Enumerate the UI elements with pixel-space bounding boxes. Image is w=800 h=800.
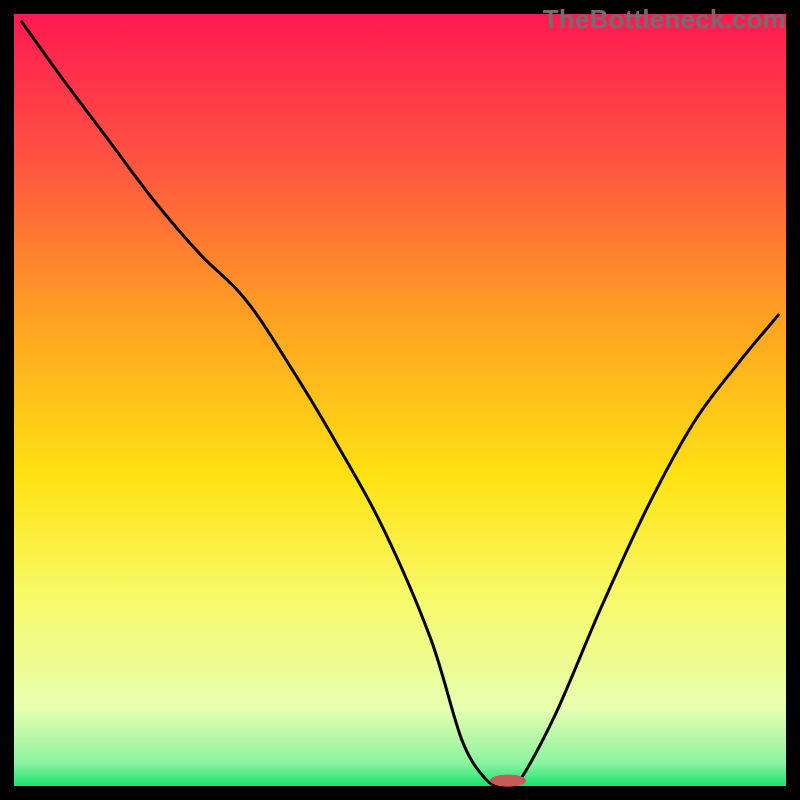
chart-canvas	[0, 0, 800, 800]
watermark: TheBottleneck.com	[543, 4, 786, 35]
optimal-point	[490, 775, 526, 787]
plot-area	[14, 14, 786, 786]
chart-root: TheBottleneck.com	[0, 0, 800, 800]
